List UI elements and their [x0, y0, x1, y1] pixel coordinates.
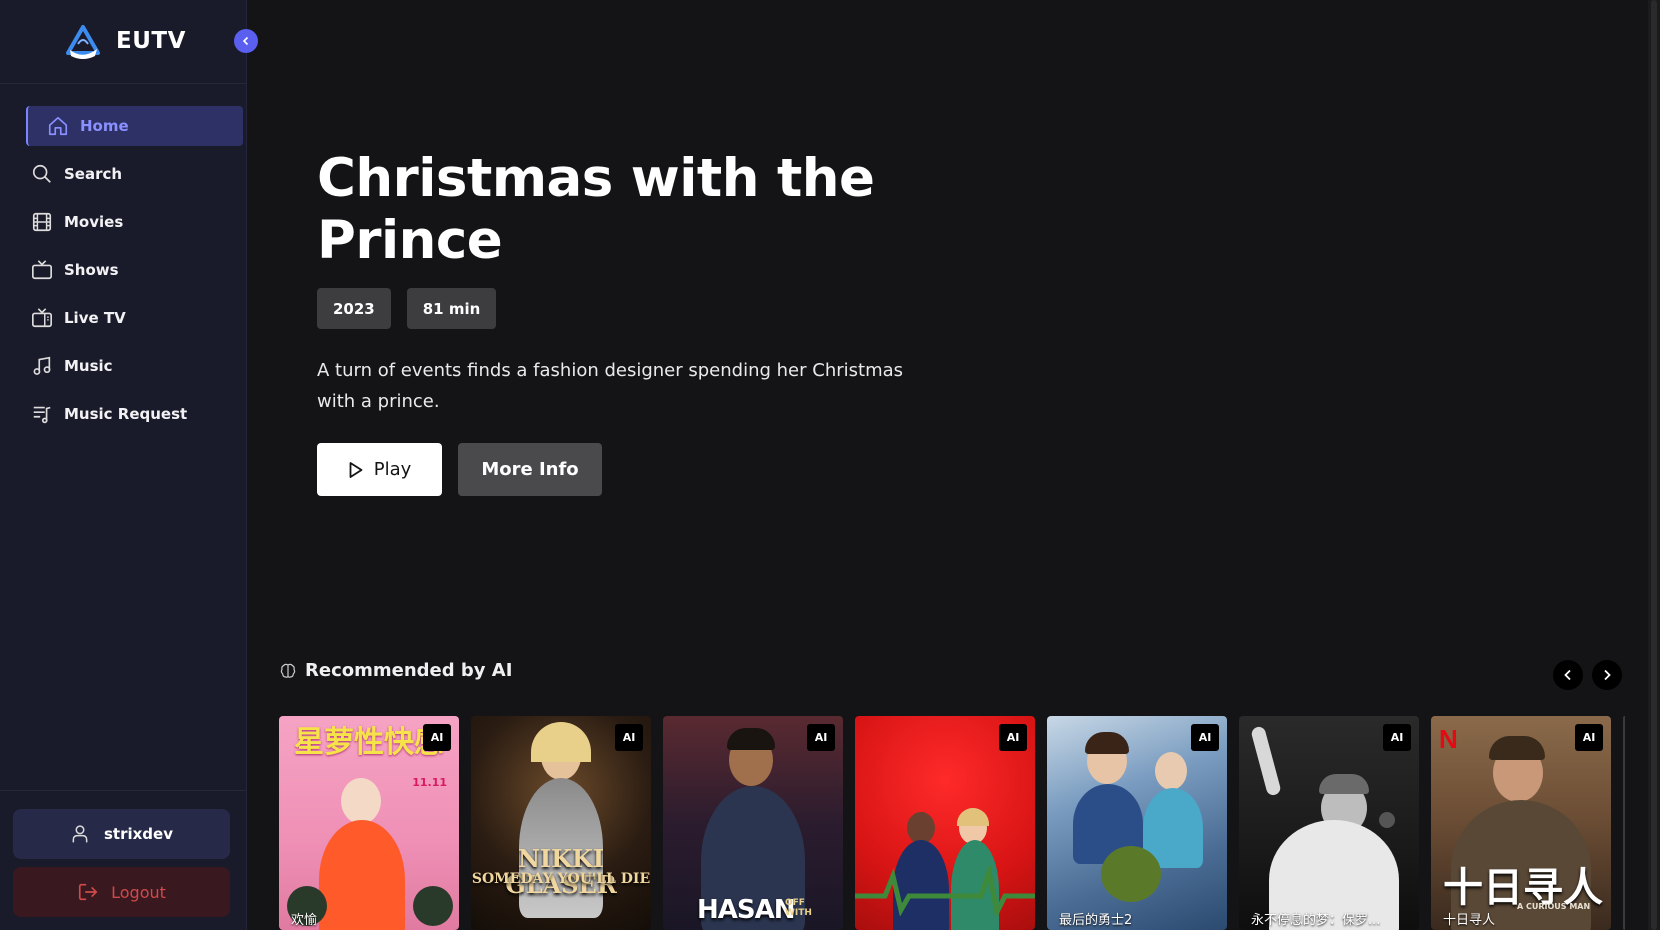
chevron-left-icon [1564, 669, 1571, 681]
page-scrollbar[interactable] [1648, 0, 1660, 930]
hero-title: Christmas with the Prince [317, 148, 875, 271]
ai-badge: AI [615, 724, 643, 751]
poster-subtitle: SOMEDAY YOU'LL DIE [471, 871, 651, 887]
poster-figure [531, 722, 591, 762]
logout-button[interactable]: Logout [13, 867, 230, 917]
card-caption: 十日寻人 [1443, 913, 1496, 928]
chevron-right-icon [1604, 669, 1611, 681]
logout-label: Logout [111, 882, 166, 902]
brand-header: EUTV [0, 0, 246, 84]
nav-item-music[interactable]: Music [26, 346, 243, 386]
brain-icon [280, 663, 296, 678]
nav-item-label: Music [64, 357, 113, 375]
play-button[interactable]: Play [317, 443, 442, 496]
music-note-icon [30, 354, 54, 378]
app-name: EUTV [116, 28, 186, 54]
nav-item-label: Home [80, 117, 129, 135]
hero-actions: Play More Info [317, 443, 937, 496]
ai-badge: AI [1191, 724, 1219, 751]
nav-item-label: Search [64, 165, 123, 183]
runtime-badge: 81 min [406, 288, 497, 329]
home-icon [46, 114, 70, 138]
netflix-logo-icon: N [1439, 724, 1458, 754]
scrollbar-thumb[interactable] [1651, 0, 1657, 930]
playlist-icon [30, 402, 54, 426]
card-caption: 欢愉 [291, 913, 318, 928]
microphone-decoration [1379, 812, 1395, 828]
ai-badge: AI [1575, 724, 1603, 751]
more-info-button[interactable]: More Info [458, 443, 602, 496]
media-card[interactable]: AI [855, 716, 1035, 930]
hero-description: A turn of events finds a fashion designe… [317, 360, 904, 412]
nav-item-label: Shows [64, 261, 119, 279]
recommended-carousel: 星萝性快感 11.11 AI 欢愉 NIKKI GLASER SOMEDAY Y… [279, 716, 1625, 930]
poster-figure [1101, 846, 1161, 902]
heartbeat-decoration [855, 866, 1035, 916]
logout-icon [79, 883, 98, 901]
poster-figure [341, 778, 381, 824]
user-icon [72, 825, 88, 843]
ai-badge: AI [999, 724, 1027, 751]
recommended-title: Recommended by AI [305, 660, 513, 681]
poster-date: 11.11 [412, 776, 447, 789]
media-card[interactable]: N 十日寻人 A CURIOUS MAN AI 十日寻人 [1431, 716, 1611, 930]
user-profile-button[interactable]: strixdev [13, 809, 230, 859]
main-nav: Home Search Movies Shows Live TV Music M… [0, 106, 247, 442]
hero-meta: 2023 81 min [317, 288, 937, 329]
film-icon [30, 210, 54, 234]
carousel-prev-button[interactable] [1553, 660, 1583, 690]
collapse-sidebar-button[interactable] [234, 29, 258, 53]
nav-item-label: Music Request [64, 405, 188, 423]
nav-item-search[interactable]: Search [26, 154, 243, 194]
carousel-next-button[interactable] [1592, 660, 1622, 690]
poster-figure [1085, 732, 1129, 754]
media-card[interactable] [1623, 716, 1625, 930]
poster-title: HASAN [697, 895, 796, 925]
nav-item-live-tv[interactable]: Live TV [26, 298, 243, 338]
more-info-label: More Info [481, 459, 579, 480]
poster-subtitle: OFF WITH [785, 898, 812, 918]
media-card[interactable]: AI 最后的勇士2 [1047, 716, 1227, 930]
media-card[interactable]: 星萝性快感 11.11 AI 欢愉 [279, 716, 459, 930]
year-badge: 2023 [317, 288, 391, 329]
nav-item-home[interactable]: Home [26, 106, 243, 146]
media-card[interactable]: NIKKI GLASER SOMEDAY YOU'LL DIE AI [471, 716, 651, 930]
poster-figure [1319, 774, 1369, 794]
poster-figure [957, 808, 989, 826]
nav-item-music-request[interactable]: Music Request [26, 394, 243, 434]
nav-item-label: Live TV [64, 309, 126, 327]
card-caption: 最后的勇士2 [1059, 913, 1133, 928]
tv-icon [30, 258, 54, 282]
sidebar-footer: strixdev Logout [0, 790, 247, 930]
poster-figure [1155, 752, 1187, 790]
nav-item-label: Movies [64, 213, 124, 231]
play-label: Play [373, 459, 412, 480]
ai-badge: AI [807, 724, 835, 751]
recommended-header: Recommended by AI [279, 660, 512, 681]
media-card[interactable]: HASAN OFF WITH AI [663, 716, 843, 930]
poster-figure [1489, 736, 1545, 760]
play-icon [349, 461, 363, 478]
chevron-left-icon [242, 36, 249, 46]
search-icon [30, 162, 54, 186]
hero-section: Christmas with the Prince 2023 81 min A … [317, 148, 937, 496]
card-caption: 永不停息的梦：保罗... [1251, 913, 1381, 928]
username: strixdev [103, 825, 173, 843]
poster-decoration [413, 886, 453, 926]
ai-badge: AI [423, 724, 451, 751]
eutv-logo-icon [66, 25, 100, 59]
nav-item-shows[interactable]: Shows [26, 250, 243, 290]
live-tv-icon [30, 306, 54, 330]
poster-figure [1250, 725, 1282, 797]
poster-subtitle: A CURIOUS MAN [1517, 902, 1591, 911]
sidebar: EUTV Home Search Movies Shows Live TV Mu… [0, 0, 258, 930]
poster-figure [319, 820, 405, 930]
poster-figure [727, 728, 775, 750]
ai-badge: AI [1383, 724, 1411, 751]
media-card[interactable]: AI 永不停息的梦：保罗... [1239, 716, 1419, 930]
nav-item-movies[interactable]: Movies [26, 202, 243, 242]
